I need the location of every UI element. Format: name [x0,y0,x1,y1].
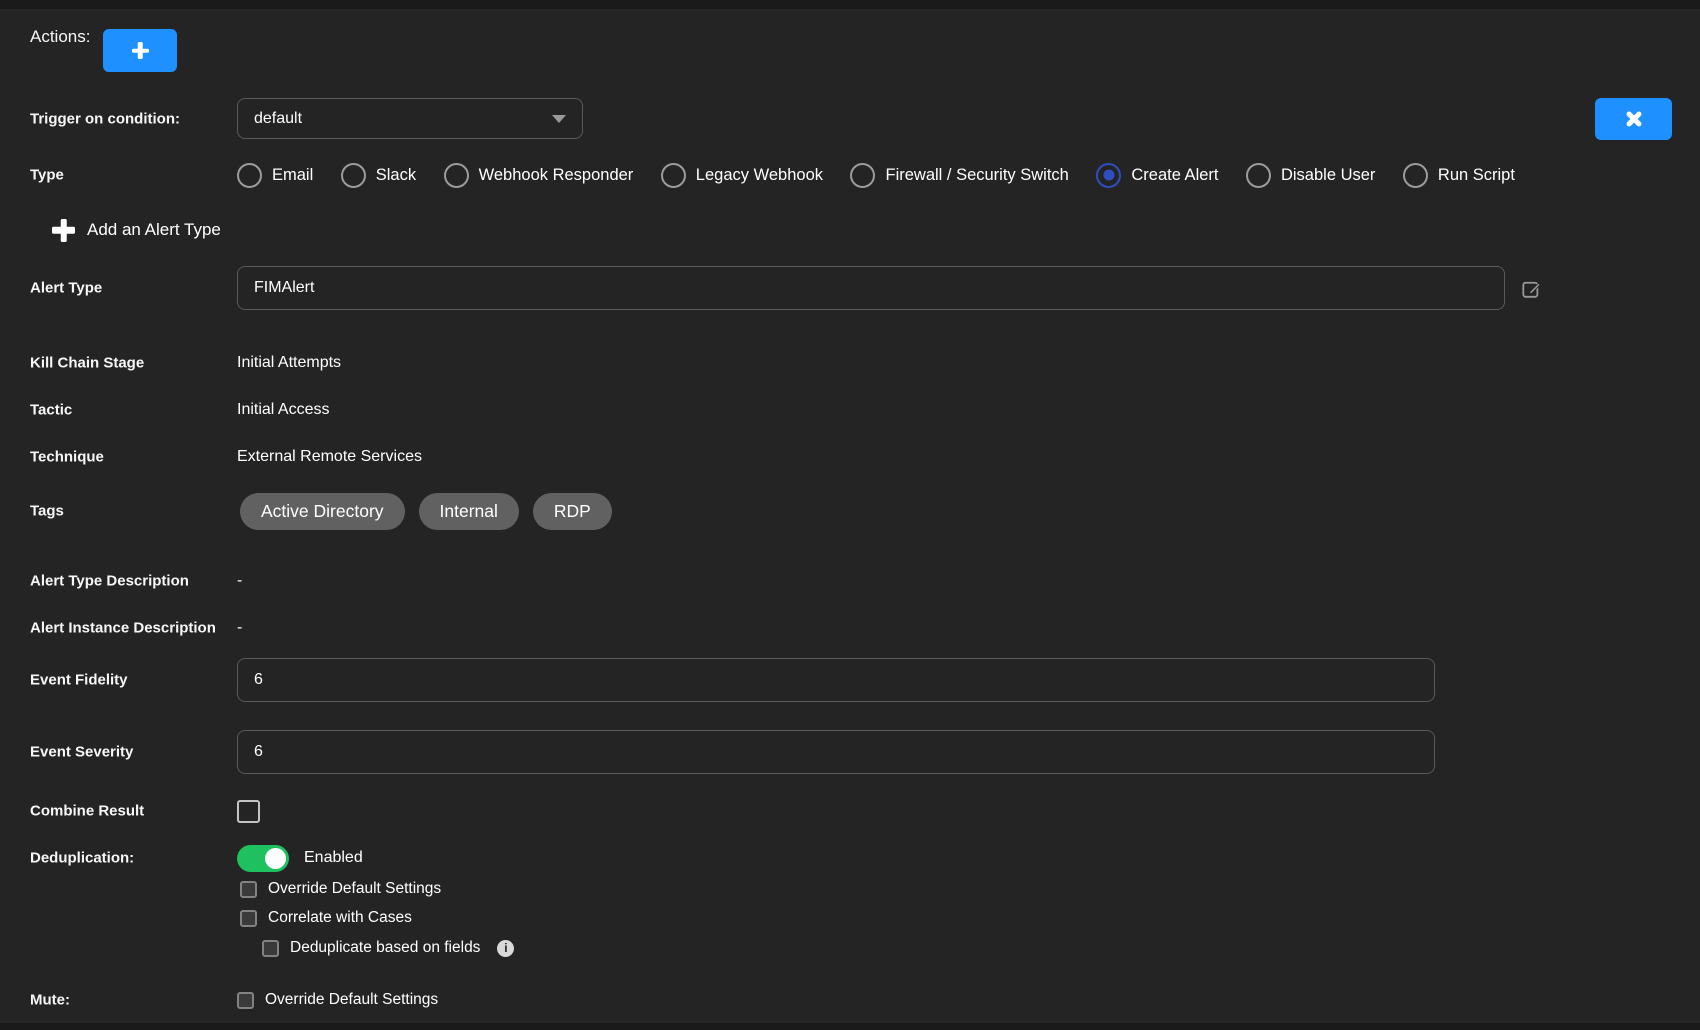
radio-label: Legacy Webhook [696,166,823,185]
kill-chain-stage-value: Initial Attempts [237,354,341,372]
radio-circle-icon [850,163,875,188]
radio-label: Create Alert [1131,166,1218,185]
radio-webhook-responder[interactable]: Webhook Responder [444,163,634,188]
radio-circle-icon [237,163,262,188]
mute-label: Mute: [30,992,70,1009]
alert-type-input[interactable] [237,266,1505,310]
event-fidelity-label: Event Fidelity [30,672,128,689]
actions-label: Actions: [30,27,90,47]
override-default-settings-label: Override Default Settings [268,880,441,898]
plus-icon [132,42,149,59]
toggle-knob-icon [265,848,286,869]
tags-label: Tags [30,503,64,520]
tag-chip: Active Directory [240,493,405,530]
event-fidelity-row: Event Fidelity [0,658,1700,702]
dedup-correlate-row: Correlate with Cases [0,908,1700,928]
add-alert-type-label: Add an Alert Type [87,220,221,240]
correlate-with-cases-label: Correlate with Cases [268,909,412,927]
radio-circle-icon [1246,163,1271,188]
top-border [0,0,1700,9]
radio-run-script[interactable]: Run Script [1403,163,1515,188]
kill-chain-stage-label: Kill Chain Stage [30,355,144,372]
trigger-condition-select[interactable]: default [237,98,583,139]
edit-icon[interactable] [1521,278,1542,299]
trigger-row: Trigger on condition: default [0,98,1700,139]
info-icon[interactable]: i [497,940,514,957]
add-action-button[interactable] [103,29,177,72]
mute-override-default-settings-label: Override Default Settings [265,991,438,1009]
deduplication-toggle[interactable] [237,845,289,872]
alert-type-description-label: Alert Type Description [30,573,189,590]
radio-label: Disable User [1281,166,1375,185]
alert-type-description-value: - [237,572,242,590]
radio-circle-icon [1403,163,1428,188]
technique-row: Technique External Remote Services [0,446,1700,468]
tag-chip: Internal [419,493,519,530]
radio-slack[interactable]: Slack [341,163,416,188]
tags-row: Tags Active Directory Internal RDP [0,492,1700,530]
add-alert-type-row: Add an Alert Type [0,214,1700,246]
correlate-with-cases-checkbox[interactable] [240,910,257,927]
deduplication-row: Deduplication: Enabled [0,844,1700,872]
deduplication-label: Deduplication: [30,850,134,867]
event-severity-label: Event Severity [30,744,133,761]
tag-chip: RDP [533,493,612,530]
alert-instance-description-row: Alert Instance Description - [0,617,1700,639]
radio-label: Run Script [1438,166,1515,185]
trigger-condition-value: default [254,110,302,128]
radio-create-alert[interactable]: Create Alert [1096,163,1218,188]
bottom-border [0,1023,1700,1030]
alert-instance-description-value: - [237,619,242,637]
event-severity-input[interactable] [237,730,1435,774]
x-icon [1625,110,1643,128]
tactic-value: Initial Access [237,401,329,419]
technique-label: Technique [30,449,104,466]
radio-circle-icon [661,163,686,188]
radio-circle-icon [444,163,469,188]
dedup-fields-row: Deduplicate based on fields i [0,938,1700,958]
plus-icon [52,219,75,242]
event-fidelity-input[interactable] [237,658,1435,702]
tactic-row: Tactic Initial Access [0,399,1700,421]
dedup-override-row: Override Default Settings [0,879,1700,899]
type-label: Type [30,167,64,184]
radio-label: Webhook Responder [479,166,634,185]
combine-result-row: Combine Result [0,799,1700,823]
actions-row: Actions: [0,14,1700,60]
mute-override-default-settings-checkbox[interactable] [237,992,254,1009]
mute-row: Mute: Override Default Settings [0,990,1700,1010]
trigger-condition-label: Trigger on condition: [30,110,180,127]
deduplicate-based-on-fields-label: Deduplicate based on fields [290,939,480,957]
alert-type-description-row: Alert Type Description - [0,570,1700,592]
override-default-settings-checkbox[interactable] [240,881,257,898]
alert-action-config-panel: Actions: Trigger on condition: default T… [0,0,1700,1030]
radio-label: Firewall / Security Switch [885,166,1068,185]
tactic-label: Tactic [30,402,72,419]
type-row: Type Email Slack Webhook Responder Legac… [0,160,1700,190]
deduplicate-based-on-fields-checkbox[interactable] [262,940,279,957]
technique-value: External Remote Services [237,448,422,466]
combine-result-label: Combine Result [30,803,144,820]
alert-type-label: Alert Type [30,280,102,297]
radio-label: Slack [376,166,416,185]
radio-label: Email [272,166,313,185]
radio-legacy-webhook[interactable]: Legacy Webhook [661,163,823,188]
combine-result-checkbox[interactable] [237,800,260,823]
radio-circle-icon [1096,163,1121,188]
radio-email[interactable]: Email [237,163,313,188]
kill-chain-stage-row: Kill Chain Stage Initial Attempts [0,352,1700,374]
event-severity-row: Event Severity [0,730,1700,774]
tags-list: Active Directory Internal RDP [240,492,612,530]
alert-instance-description-label: Alert Instance Description [30,620,216,637]
alert-type-row: Alert Type [0,266,1700,310]
radio-circle-icon [341,163,366,188]
radio-disable-user[interactable]: Disable User [1246,163,1375,188]
chevron-down-icon [552,115,566,123]
deduplication-toggle-state: Enabled [304,849,363,867]
radio-firewall-security-switch[interactable]: Firewall / Security Switch [850,163,1068,188]
add-alert-type-button[interactable]: Add an Alert Type [52,214,221,246]
remove-action-button[interactable] [1595,98,1672,140]
action-type-radio-group: Email Slack Webhook Responder Legacy Web… [237,160,1515,190]
